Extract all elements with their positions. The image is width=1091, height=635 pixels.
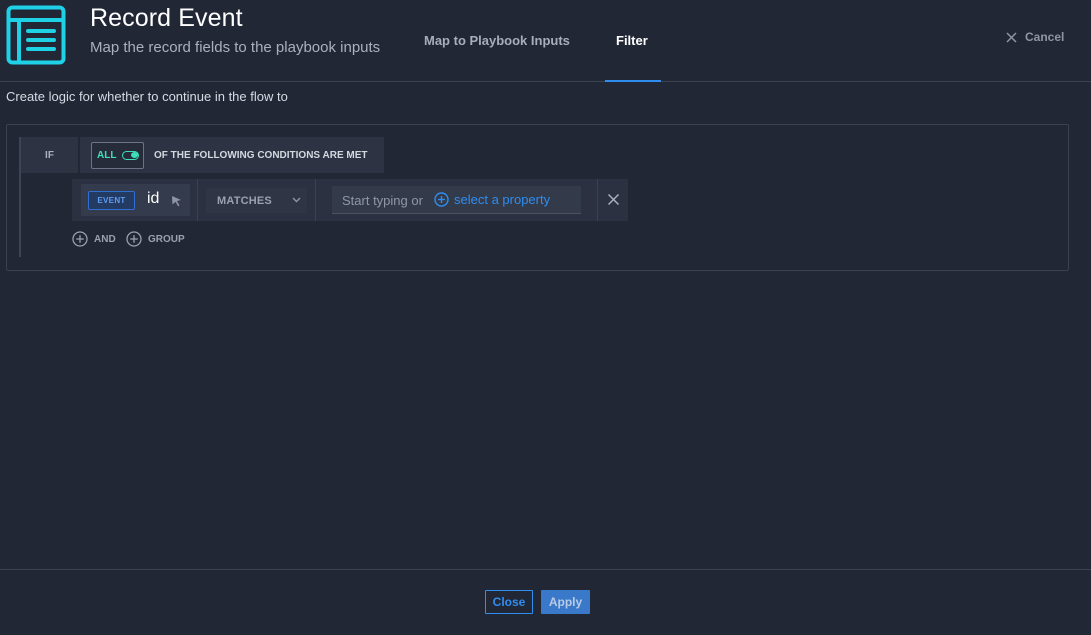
cancel-label: Cancel <box>1025 30 1065 44</box>
plus-circle-icon <box>72 231 88 247</box>
tab-map-to-playbook-inputs[interactable]: Map to Playbook Inputs <box>424 33 570 48</box>
dialog-title: Record Event <box>90 4 243 32</box>
chevron-down-icon <box>292 197 301 203</box>
close-icon <box>1006 31 1017 43</box>
conditions-text: OF THE FOLLOWING CONDITIONS ARE MET <box>154 150 368 161</box>
record-event-dialog: Record Event Map the record fields to th… <box>0 0 1091 635</box>
footer-divider <box>0 569 1091 570</box>
select-property-label: select a property <box>454 192 551 207</box>
toggle-knob <box>131 152 139 158</box>
if-label: IF <box>21 137 78 173</box>
value-placeholder: Start typing or <box>342 193 423 208</box>
rule-divider <box>315 179 316 221</box>
add-group-label: GROUP <box>148 233 185 245</box>
operator-label: MATCHES <box>217 195 272 207</box>
operator-dropdown[interactable]: MATCHES <box>206 188 307 213</box>
cursor-pointer-icon[interactable] <box>170 195 182 207</box>
plus-circle-icon <box>434 192 449 207</box>
property-name: id <box>147 190 160 207</box>
tab-filter[interactable]: Filter <box>616 33 648 48</box>
dialog-subtitle: Map the record fields to the playbook in… <box>90 39 381 56</box>
add-and-label: AND <box>94 233 116 245</box>
active-tab-indicator <box>605 80 661 82</box>
plus-circle-icon <box>126 231 142 247</box>
match-mode-label: ALL <box>97 150 117 161</box>
event-badge: EVENT <box>88 191 135 210</box>
toggle-switch-icon <box>122 151 140 160</box>
cancel-button[interactable]: Cancel <box>1006 29 1064 45</box>
apply-button[interactable]: Apply <box>541 590 590 614</box>
add-group-button[interactable]: GROUP <box>126 231 185 247</box>
match-mode-toggle[interactable]: ALL <box>91 142 144 169</box>
remove-rule-close-icon[interactable] <box>607 193 620 206</box>
rule-divider <box>197 179 198 221</box>
filter-description: Create logic for whether to continue in … <box>6 89 288 104</box>
record-form-icon <box>6 5 66 65</box>
dialog-header: Record Event Map the record fields to th… <box>0 0 1091 82</box>
close-button[interactable]: Close <box>485 590 533 614</box>
add-and-button[interactable]: AND <box>72 231 116 247</box>
select-property-link[interactable]: select a property <box>434 192 550 207</box>
value-input[interactable]: Start typing or select a property <box>332 186 581 214</box>
rule-divider <box>597 179 598 221</box>
